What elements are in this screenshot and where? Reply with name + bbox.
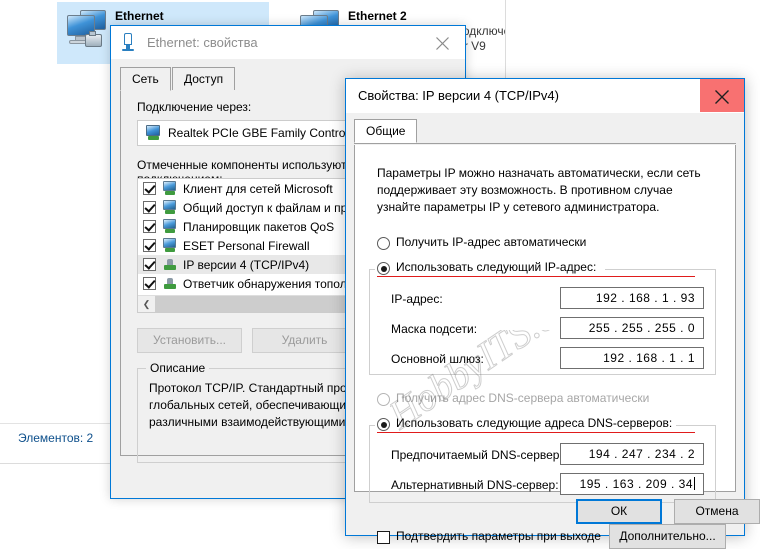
component-label: IP версии 4 (TCP/IPv4) [183,258,309,272]
protocol-icon [162,276,178,291]
component-label: ESET Personal Firewall [183,239,310,253]
tab-sharing[interactable]: Доступ [172,67,235,91]
ip-tabpage: Параметры IP можно назначать автоматичес… [354,145,736,492]
close-icon[interactable] [420,26,465,58]
component-checkbox[interactable] [143,277,156,290]
connection-name: Ethernet 2 [348,9,494,24]
component-checkbox[interactable] [143,239,156,252]
close-icon[interactable] [700,79,744,112]
radio-ip-manual-label: Использовать следующий IP-адрес: [396,260,600,274]
radio-ip-auto[interactable] [377,237,390,250]
ip-dialog-titlebar[interactable]: Свойства: IP версии 4 (TCP/IPv4) [346,79,744,113]
dns-manual-underline [377,432,695,433]
alternate-dns-input[interactable]: 195 . 163 . 209 . 34 [560,473,704,495]
nic-icon [122,33,134,52]
component-checkbox[interactable] [143,258,156,271]
tab-network[interactable]: Сеть [120,67,171,91]
network-client-icon [162,181,178,196]
default-gateway-input[interactable]: 192 . 168 . 1 . 1 [560,347,704,369]
subnet-mask-label: Маска подсети: [391,322,477,336]
chevron-left-icon[interactable]: ❮ [138,296,155,312]
ip-cancel-button[interactable]: Отмена [674,499,760,524]
network-firewall-icon [162,238,178,253]
radio-ip-auto-label: Получить IP-адрес автоматически [396,235,586,249]
connect-via-label: Подключение через: [137,100,251,114]
radio-dns-auto-label: Получить адрес DNS-сервера автоматически [396,391,649,405]
adapter-name: Realtek PCIe GBE Family Controller [168,126,361,140]
ip-dialog-title: Свойства: IP версии 4 (TCP/IPv4) [358,88,559,103]
description-legend: Описание [146,361,209,375]
component-checkbox[interactable] [143,182,156,195]
status-bar-item-count: Элементов: 2 [18,431,93,445]
network-adapter-icon [144,125,162,141]
component-label: Клиент для сетей Microsoft [183,182,333,196]
radio-ip-manual[interactable] [377,262,390,275]
component-label: Планировщик пакетов QoS [183,220,334,234]
component-checkbox[interactable] [143,201,156,214]
validate-on-exit-label: Подтвердить параметры при выходе [396,529,601,543]
ip-manual-underline [377,276,695,277]
ip-address-label: IP-адрес: [391,292,443,306]
component-checkbox[interactable] [143,220,156,233]
connection-name: Ethernet [115,9,261,24]
network-adapter-icon [63,8,109,52]
ip-intro-text: Параметры IP можно назначать автоматичес… [377,165,712,216]
network-share-icon [162,200,178,215]
install-button[interactable]: Установить... [137,328,242,353]
radio-dns-manual-label: Использовать следующие адреса DNS-сервер… [396,416,676,430]
tcpip4-properties-dialog: Свойства: IP версии 4 (TCP/IPv4) Общие П… [345,78,745,536]
tab-general[interactable]: Общие [354,119,417,143]
ip-tabstrip: Общие [354,119,736,144]
preferred-dns-input[interactable]: 194 . 247 . 234 . 2 [560,443,704,465]
validate-on-exit-checkbox[interactable] [377,531,390,544]
alternate-dns-label: Альтернативный DNS-сервер: [391,478,559,492]
advanced-button[interactable]: Дополнительно... [609,524,726,549]
preferred-dns-label: Предпочитаемый DNS-сервер: [391,448,563,462]
ethernet-dialog-titlebar[interactable]: Ethernet: свойства [111,26,465,60]
radio-dns-auto[interactable] [377,393,390,406]
ip-ok-button[interactable]: ОК [576,499,662,524]
subnet-mask-input[interactable]: 255 . 255 . 255 . 0 [560,317,704,339]
protocol-icon [162,257,178,272]
ip-address-input[interactable]: 192 . 168 . 1 . 93 [560,287,704,309]
radio-dns-manual[interactable] [377,418,390,431]
network-qos-icon [162,219,178,234]
ethernet-dialog-title: Ethernet: свойства [147,35,258,50]
remove-button[interactable]: Удалить [252,328,357,353]
default-gateway-label: Основной шлюз: [391,352,484,366]
